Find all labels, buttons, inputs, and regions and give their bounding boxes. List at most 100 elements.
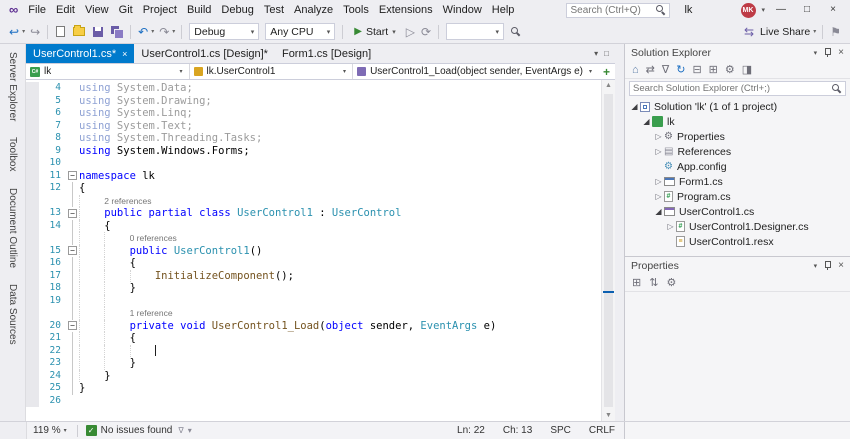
codelens-label[interactable]: 2 references (104, 196, 151, 206)
code-text[interactable]: } (79, 369, 601, 382)
document-tab-usercontrol1-cs[interactable]: UserControl1.cs* × (26, 44, 135, 63)
tree-item-references[interactable]: ▷ ▤ References (625, 144, 850, 159)
breakpoint-margin[interactable] (26, 357, 39, 370)
menu-help[interactable]: Help (487, 1, 520, 19)
breakpoint-margin[interactable] (26, 119, 39, 132)
search-input[interactable] (570, 4, 657, 16)
breakpoint-margin[interactable] (26, 344, 39, 357)
expander-open-icon[interactable]: ◢ (653, 207, 664, 216)
menu-test[interactable]: Test (259, 1, 289, 19)
collapse-icon[interactable]: − (68, 246, 77, 256)
collapse-icon[interactable]: − (68, 171, 77, 181)
breakpoint-margin[interactable] (26, 219, 39, 232)
scroll-up-icon[interactable]: ▲ (602, 82, 615, 89)
start-debugging-button[interactable]: ▶ Start ▾ (349, 22, 400, 42)
live-share-dropdown-icon[interactable]: ▾ (813, 28, 818, 35)
breakpoint-margin[interactable] (26, 94, 39, 107)
menu-file[interactable]: File (23, 1, 51, 19)
account-dropdown-icon[interactable]: ▾ (759, 6, 769, 14)
close-icon[interactable]: × (838, 47, 844, 58)
menu-edit[interactable]: Edit (51, 1, 80, 19)
solution-platforms-dropdown[interactable]: Any CPU ▾ (265, 23, 336, 40)
solution-explorer-search-input[interactable] (633, 83, 832, 94)
expander-closed-icon[interactable]: ▷ (653, 132, 664, 141)
undo-icon[interactable]: ↶ (135, 25, 151, 39)
panel-splitter[interactable] (615, 44, 624, 421)
code-text[interactable] (79, 157, 601, 170)
code-text[interactable] (79, 395, 601, 408)
breakpoint-margin[interactable] (26, 157, 39, 170)
tree-item-usercontrol1-designer-cs[interactable]: ▷ UserControl1.Designer.cs (625, 219, 850, 234)
codelens-label[interactable]: 1 reference (130, 308, 173, 318)
breakpoint-margin[interactable] (26, 82, 39, 95)
float-window-icon[interactable]: □ (604, 49, 609, 58)
properties-grid[interactable] (625, 292, 850, 421)
properties-titlebar[interactable]: Properties ▾ × (625, 257, 850, 274)
expander-closed-icon[interactable]: ▷ (653, 177, 664, 186)
maximize-button[interactable]: □ (794, 0, 820, 20)
find-combo[interactable]: ▾ (446, 23, 504, 40)
tree-item-lk[interactable]: ◢ lk (625, 114, 850, 129)
categorized-icon[interactable]: ⊞ (632, 276, 641, 289)
refresh-icon[interactable]: ↻ (676, 63, 685, 76)
breakpoint-margin[interactable] (26, 169, 39, 182)
live-share-label[interactable]: Live Share (757, 26, 813, 38)
solution-configurations-dropdown[interactable]: Debug ▾ (189, 23, 260, 40)
zoom-dropdown-icon[interactable]: ▾ (64, 427, 67, 434)
menu-tools[interactable]: Tools (338, 1, 374, 19)
code-text[interactable]: } (79, 282, 601, 295)
breakpoint-margin[interactable] (26, 232, 39, 245)
tree-item-usercontrol1-resx[interactable]: UserControl1.resx (625, 234, 850, 249)
tree-item-program-cs[interactable]: ▷ Program.cs (625, 189, 850, 204)
collapse-all-icon[interactable]: ⊟ (692, 63, 701, 76)
account-avatar[interactable]: MK (740, 2, 756, 18)
code-text[interactable]: using System.Text; (79, 120, 601, 133)
collapse-icon[interactable]: − (68, 321, 77, 331)
document-list-dropdown-icon[interactable]: ▾ (594, 49, 598, 58)
menu-analyze[interactable]: Analyze (289, 1, 338, 19)
breakpoint-margin[interactable] (26, 244, 39, 257)
code-text[interactable]: using System.Linq; (79, 107, 601, 120)
tree-item-form1-cs[interactable]: ▷ Form1.cs (625, 174, 850, 189)
breakpoint-margin[interactable] (26, 282, 39, 295)
window-menu-icon[interactable]: ▾ (814, 49, 818, 57)
project-dropdown[interactable]: C# lk ▾ (26, 64, 190, 79)
minimize-button[interactable]: — (768, 0, 794, 20)
code-text[interactable]: public UserControl1() (79, 244, 601, 257)
zoom-control[interactable]: 119 % ▾ (27, 425, 73, 436)
solution-explorer-search-box[interactable] (629, 81, 846, 96)
live-share-icon[interactable]: ⇆ (741, 25, 757, 39)
hot-reload-icon[interactable]: ⟳ (418, 25, 434, 39)
collapse-icon[interactable]: − (68, 208, 77, 218)
menu-extensions[interactable]: Extensions (374, 1, 438, 19)
tab-close-icon[interactable]: × (122, 49, 127, 59)
left-tab-document-outline[interactable]: Document Outline (7, 188, 18, 268)
preview-selected-icon[interactable]: ◨ (742, 63, 752, 76)
code-text[interactable]: } (79, 357, 601, 370)
feedback-icon[interactable]: ⚑ (827, 25, 844, 39)
tree-item-solution-lk-1-of-1-project[interactable]: ◢ Solution 'lk' (1 of 1 project) (625, 99, 850, 114)
switch-views-icon[interactable]: ⇄ (646, 63, 655, 76)
horizontal-scrollbar[interactable] (194, 422, 448, 439)
show-all-files-icon[interactable]: ⊞ (709, 63, 718, 76)
tree-item-app-config[interactable]: ⚙ App.config (625, 159, 850, 174)
properties-icon[interactable]: ⚙ (725, 63, 735, 76)
breakpoint-margin[interactable] (26, 369, 39, 382)
document-tab-usercontrol1-cs-design[interactable]: UserControl1.cs [Design]* (134, 44, 275, 63)
expander-open-icon[interactable]: ◢ (641, 117, 652, 126)
code-text[interactable]: } (79, 382, 601, 395)
breakpoint-margin[interactable] (26, 319, 39, 332)
member-dropdown[interactable]: UserControl1_Load(object sender, EventAr… (353, 64, 598, 79)
breakpoint-margin[interactable] (26, 194, 39, 207)
health-filter-icon[interactable]: ∇ (176, 426, 185, 435)
breakpoint-margin[interactable] (26, 307, 39, 320)
save-all-icon[interactable] (111, 26, 125, 39)
redo-dropdown-icon[interactable]: ▾ (172, 28, 177, 35)
health-dropdown-icon[interactable]: ▾ (186, 426, 194, 435)
codelens-label[interactable]: 0 references (130, 233, 177, 243)
line-indicator[interactable]: Ln: 22 (448, 425, 494, 436)
pin-icon[interactable] (823, 260, 832, 271)
code-area[interactable]: 4 using System.Data; 5 using System.Drawing… (26, 80, 601, 421)
code-text[interactable]: namespace lk (79, 170, 601, 183)
pending-changes-filter-icon[interactable]: ∇ (662, 63, 669, 76)
